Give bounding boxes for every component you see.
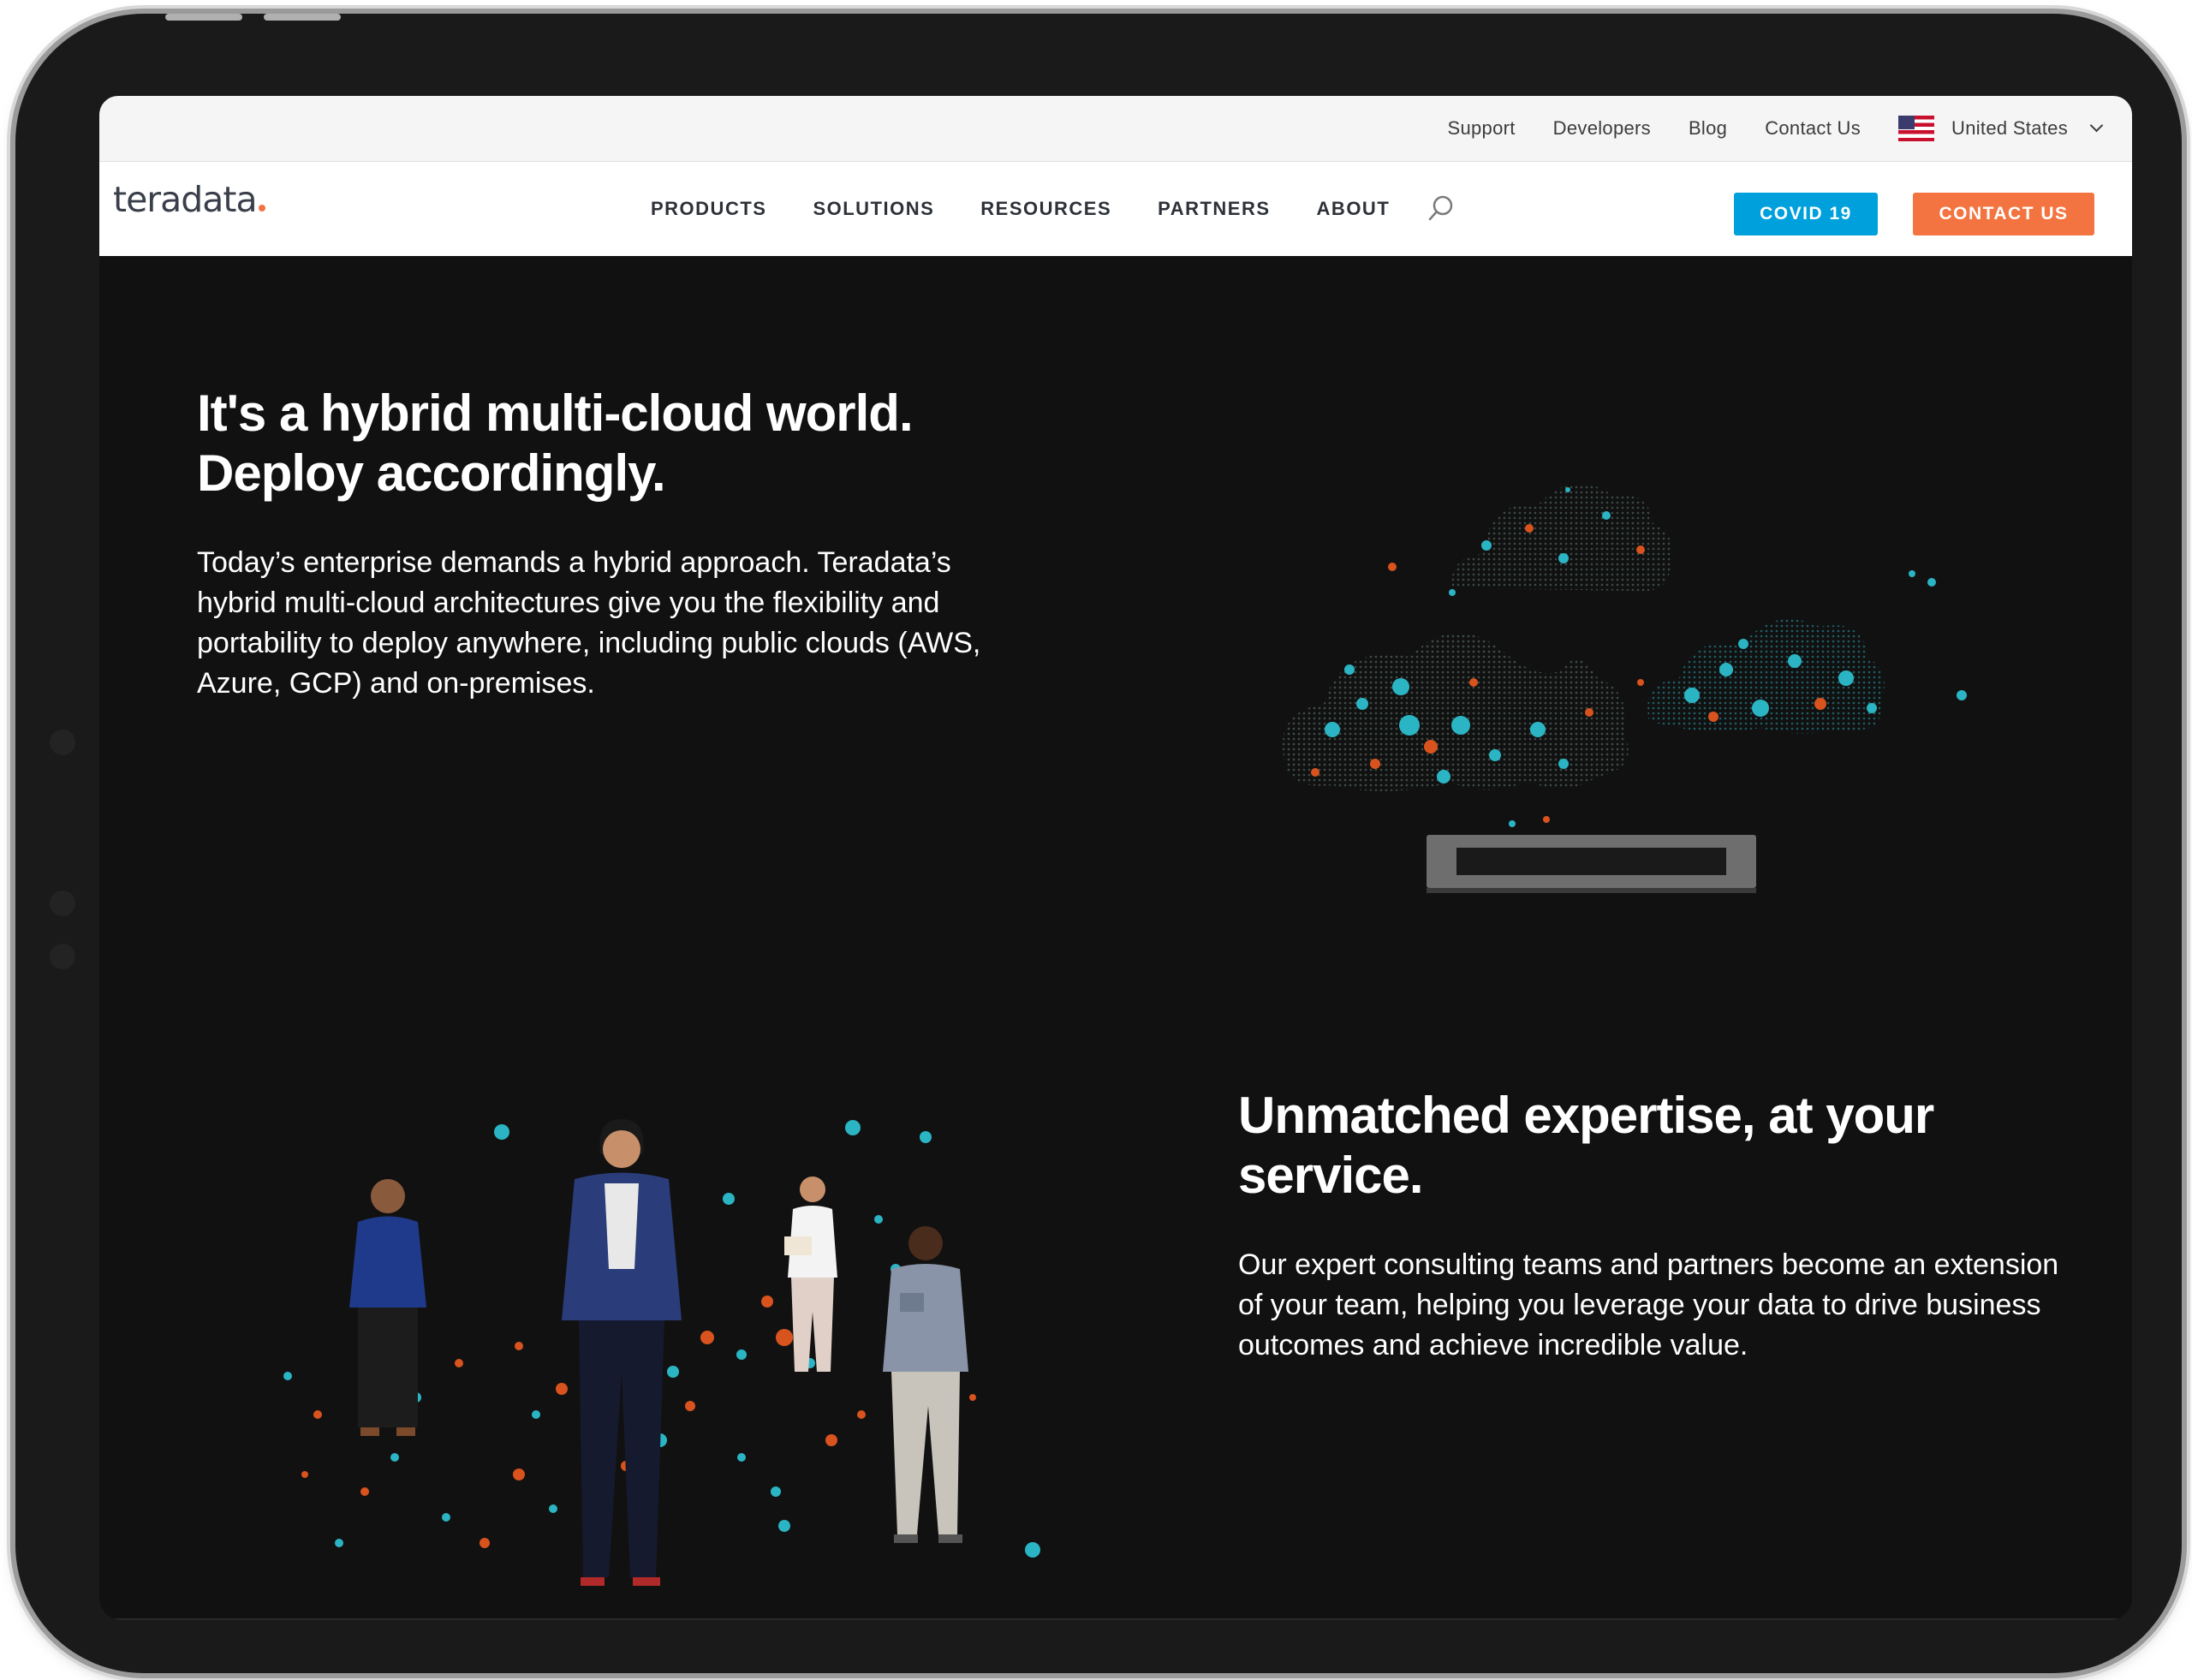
consultant-figure (562, 1119, 682, 1586)
support-link[interactable]: Support (1448, 117, 1516, 140)
contact-us-link[interactable]: Contact Us (1765, 117, 1861, 140)
page-divider (99, 1618, 2132, 1620)
region-label[interactable]: United States (1951, 117, 2068, 140)
consultant-figure (784, 1177, 837, 1372)
utility-bar: Support Developers Blog Contact Us Unite… (99, 96, 2132, 162)
nav-partners[interactable]: PARTNERS (1158, 198, 1270, 220)
tablet-sensor-dot (50, 891, 75, 916)
nav-about[interactable]: ABOUT (1317, 198, 1391, 220)
utility-links: Support Developers Blog Contact Us Unite… (1448, 96, 2104, 161)
us-flag-icon (1898, 116, 1935, 141)
cloud-server-illustration (1283, 483, 1967, 893)
consultant-figure (883, 1226, 968, 1543)
primary-nav: PRODUCTS SOLUTIONS RESOURCES PARTNERS AB… (651, 162, 1390, 256)
server-box (1427, 835, 1756, 893)
tablet-frame: Support Developers Blog Contact Us Unite… (15, 14, 2182, 1673)
tablet-volume-button (264, 14, 341, 21)
contact-us-button[interactable]: CONTACT US (1913, 193, 2094, 235)
heading-line: It's a hybrid multi-cloud world. (197, 384, 914, 442)
search-icon[interactable] (1427, 194, 1456, 223)
nav-resources[interactable]: RESOURCES (980, 198, 1111, 220)
main-nav: teradata PRODUCTS SOLUTIONS RESOURCES PA… (99, 162, 2132, 256)
tablet-sensor-dot (50, 944, 75, 969)
hybrid-cloud-section: It's a hybrid multi-cloud world. Deploy … (197, 384, 1053, 704)
expertise-section: Unmatched expertise, at your service. Ou… (1238, 1086, 2077, 1366)
consultants-illustration (283, 1119, 1040, 1586)
nav-solutions[interactable]: SOLUTIONS (813, 198, 934, 220)
browser-screen: Support Developers Blog Contact Us Unite… (99, 96, 2132, 1620)
heading-line: Unmatched expertise, at your (1238, 1087, 1934, 1144)
tablet-camera-dot (50, 730, 75, 755)
consultant-figure (349, 1179, 426, 1436)
expertise-body: Our expert consulting teams and partners… (1238, 1248, 2059, 1361)
expertise-heading: Unmatched expertise, at your service. (1238, 1086, 2077, 1206)
tablet-volume-button (165, 14, 242, 21)
heading-line: Deploy accordingly. (197, 444, 666, 502)
developers-link[interactable]: Developers (1553, 117, 1651, 140)
hybrid-cloud-body: Today’s enterprise demands a hybrid appr… (197, 546, 981, 700)
region-selector[interactable]: United States (1898, 116, 2104, 141)
teradata-logo[interactable]: teradata (113, 179, 265, 220)
logo-dot (258, 205, 265, 211)
nav-products[interactable]: PRODUCTS (651, 198, 766, 220)
covid19-button[interactable]: COVID 19 (1734, 193, 1878, 235)
blog-link[interactable]: Blog (1689, 117, 1727, 140)
hybrid-cloud-heading: It's a hybrid multi-cloud world. Deploy … (197, 384, 1053, 503)
logo-text: teradata (113, 179, 258, 220)
heading-line: service. (1238, 1147, 1424, 1204)
chevron-down-icon[interactable] (2089, 118, 2104, 132)
